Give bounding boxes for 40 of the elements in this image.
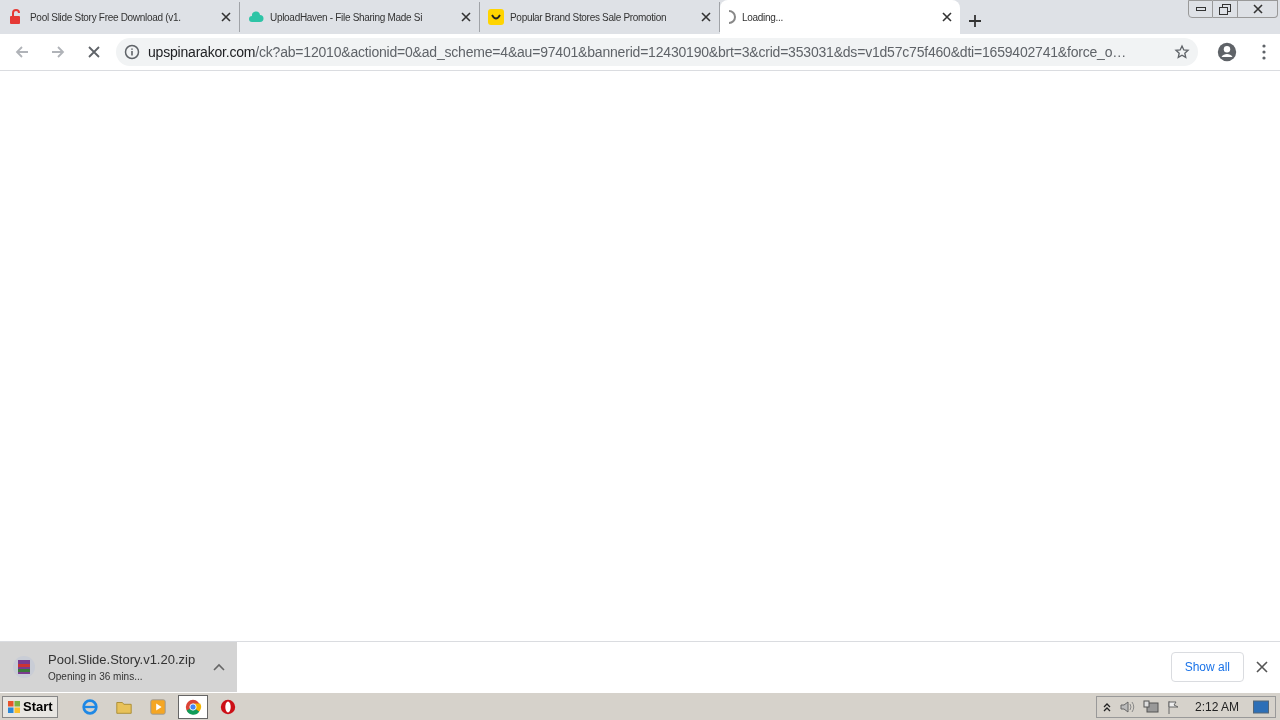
close-icon[interactable]: [1256, 661, 1268, 673]
close-icon[interactable]: [701, 12, 711, 22]
show-all-button[interactable]: Show all: [1170, 652, 1244, 682]
info-icon[interactable]: [124, 44, 140, 60]
network-icon[interactable]: [1142, 699, 1159, 714]
browser-tab[interactable]: Popular Brand Stores Sale Promotion: [480, 2, 720, 32]
speaker-icon[interactable]: [1118, 699, 1135, 714]
file-name: Pool.Slide.Story.v1.20.zip: [48, 650, 197, 669]
close-icon[interactable]: [221, 12, 231, 22]
close-window-button[interactable]: [1238, 0, 1278, 18]
star-icon[interactable]: [1174, 44, 1190, 60]
browser-tab[interactable]: UploadHaven - File Sharing Made Si: [240, 2, 480, 32]
close-icon[interactable]: [461, 12, 471, 22]
restore-icon: [1219, 3, 1231, 15]
close-icon[interactable]: [942, 12, 952, 22]
flag-icon[interactable]: [1166, 699, 1181, 714]
minimize-icon: [1195, 7, 1206, 11]
close-icon: [1252, 4, 1263, 14]
minimize-button[interactable]: [1188, 0, 1213, 18]
clock: 2:12 AM: [1194, 698, 1239, 716]
address-bar[interactable]: upspinarakor.com/ck?ab=12010&actionid=0&ad_scheme=4&au=97401&bannerid=12430190&brt=3&crid=353031&ds=v1d57c75f460&dti=1659402741&force_o…: [116, 38, 1198, 66]
browser-tab[interactable]: Pool Slide Story Free Download (v1.: [0, 2, 240, 32]
download-item[interactable]: Pool.Slide.Story.v1.20.zip Opening in 36 mins...: [0, 642, 237, 692]
archive-icon: [12, 655, 36, 679]
menu-icon[interactable]: [1262, 44, 1266, 60]
restore-button[interactable]: [1213, 0, 1238, 18]
loading-spinner-icon: [728, 10, 736, 24]
start-button[interactable]: Start: [2, 695, 58, 718]
show-desktop-icon[interactable]: [1253, 699, 1269, 714]
chevron-up-icon[interactable]: [1102, 701, 1111, 712]
windows-logo-icon: [7, 699, 21, 714]
profile-icon[interactable]: [1216, 41, 1238, 63]
new-tab-icon[interactable]: [968, 14, 982, 28]
stop-icon[interactable]: [86, 44, 102, 60]
url-text: upspinarakor.com/ck?ab=12010&actionid=0&ad_scheme=4&au=97401&bannerid=12430190&brt=3&crid=353031&ds=v1d57c75f460&dti=1659402741&force_o…: [148, 42, 1128, 62]
download-status: Opening in 36 mins...: [48, 670, 144, 685]
smile-icon: [488, 9, 504, 25]
chrome-icon[interactable]: [177, 694, 208, 719]
browser-tab[interactable]: Loading...: [720, 0, 960, 34]
cloud-icon: [248, 9, 264, 25]
